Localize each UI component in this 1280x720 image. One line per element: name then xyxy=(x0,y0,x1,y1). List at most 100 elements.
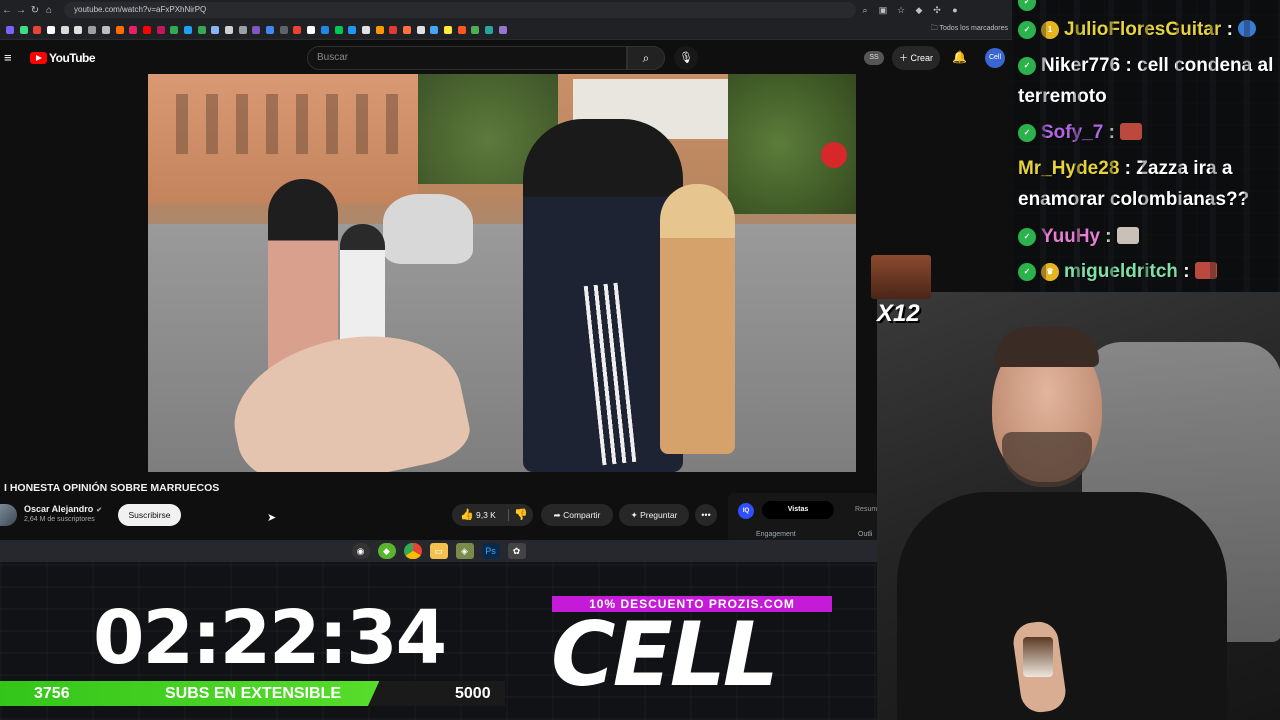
ss-extension-badge[interactable]: SS xyxy=(864,51,884,65)
obs-taskbar-icon[interactable]: ◉ xyxy=(351,543,370,559)
chat-message: ✓ 1 JulioFloresGuitar : xyxy=(1018,14,1276,45)
bookmark-favicon-icon[interactable] xyxy=(225,25,233,34)
bookmark-favicon-icon[interactable] xyxy=(320,25,329,34)
bookmark-favicon-icon[interactable] xyxy=(115,25,124,34)
tab-views[interactable]: Vistas xyxy=(762,501,834,519)
thumbs-up-icon[interactable]: 👍 xyxy=(460,504,474,526)
bookmark-favicon-icon[interactable] xyxy=(170,25,179,34)
bookmark-favicon-icon[interactable] xyxy=(74,25,83,34)
ask-button[interactable]: ✦ Preguntar xyxy=(619,504,689,526)
zoom-icon[interactable]: ⌕ xyxy=(856,5,874,16)
video-scene-woman-beige xyxy=(660,184,735,454)
subscribe-button[interactable]: Suscribirse xyxy=(118,504,181,526)
subs-current-count: 3756 xyxy=(34,685,70,702)
bookmark-favicon-icon[interactable] xyxy=(266,25,275,34)
bookmark-favicon-icon[interactable] xyxy=(33,25,42,34)
stream-timer: 02:22:34 xyxy=(93,595,447,681)
bookmark-favicon-icon[interactable] xyxy=(430,25,439,34)
bookmark-favicon-icon[interactable] xyxy=(156,25,165,34)
all-bookmarks-label: Todos los marcadores xyxy=(939,25,1008,32)
cast-icon[interactable]: ▣ xyxy=(874,5,892,16)
bookmark-favicon-icon[interactable] xyxy=(334,25,343,34)
bookmark-favicon-icon[interactable] xyxy=(47,25,56,34)
share-button[interactable]: ➦ Compartir xyxy=(541,504,613,526)
subscriber-badge-icon: ✓ xyxy=(1018,21,1036,39)
home-icon[interactable]: ⌂ xyxy=(42,5,56,16)
youtube-logo-text: YouTube xyxy=(49,50,96,65)
profile-icon[interactable]: ● xyxy=(946,5,964,15)
live-chat-overlay: ✓ ✓ 1 JulioFloresGuitar : ✓ Niker776 : cell… xyxy=(1012,0,1280,292)
puzzle-icon[interactable]: ✣ xyxy=(928,5,946,16)
search-icon[interactable]: ⌕ xyxy=(627,46,665,70)
notifications-bell-icon[interactable]: 🔔 xyxy=(952,50,967,64)
back-icon[interactable]: ← xyxy=(0,5,14,16)
chat-message: ✓ Niker776 : cell condena al terremoto xyxy=(1018,55,1274,107)
bookmark-favicon-icon[interactable] xyxy=(444,25,452,34)
bookmark-favicon-icon[interactable] xyxy=(238,25,247,34)
bookmark-favicon-icon[interactable] xyxy=(211,25,220,34)
bookmark-favicon-icon[interactable] xyxy=(307,25,316,34)
url-field[interactable]: youtube.com/watch?v=aFxPXhNirPQ xyxy=(64,2,856,18)
tab-summary[interactable]: Resum xyxy=(855,501,877,519)
reload-icon[interactable]: ↻ xyxy=(28,5,42,16)
all-bookmarks-folder[interactable]: 🗀 Todos los marcadores xyxy=(931,24,1008,35)
like-separator xyxy=(508,509,509,521)
bookmark-favicon-icon[interactable] xyxy=(293,25,302,34)
app2-taskbar-icon[interactable]: ✿ xyxy=(507,543,526,559)
bookmark-favicon-icon[interactable] xyxy=(485,25,494,34)
channel-name[interactable]: Oscar Alejandro ✔ xyxy=(24,504,102,514)
bookmark-favicon-icon[interactable] xyxy=(252,25,261,34)
bookmark-favicon-icon[interactable] xyxy=(88,25,97,34)
bookmark-favicon-icon[interactable] xyxy=(457,25,466,34)
bookmark-favicon-icon[interactable] xyxy=(389,25,398,34)
bookmark-favicon-icon[interactable] xyxy=(101,25,110,34)
create-button[interactable]: ＋ Crear xyxy=(892,46,940,70)
bookmark-favicon-icon[interactable] xyxy=(60,25,69,34)
chat-username: Mr_Hyde28 xyxy=(1018,158,1120,179)
thumbs-down-icon[interactable]: 👎 xyxy=(514,504,528,526)
bookmark-favicon-icon[interactable] xyxy=(361,25,370,34)
bookmark-favicon-icon[interactable] xyxy=(279,25,288,34)
os-taskbar: ◉ ◆ ▭ ◈ Ps ✿ xyxy=(0,540,877,562)
like-count[interactable]: 9,3 K xyxy=(476,504,496,526)
engagement-label[interactable]: Engagement xyxy=(756,531,796,538)
bookmark-favicon-icon[interactable] xyxy=(19,25,28,34)
bookmark-favicon-icon[interactable] xyxy=(416,25,425,34)
chat-username: YuuHy xyxy=(1041,226,1101,247)
bookmark-favicon-icon[interactable] xyxy=(402,25,411,34)
bookmark-favicon-icon[interactable] xyxy=(129,25,138,34)
hamburger-menu-icon[interactable]: ≡ xyxy=(4,50,18,65)
bookmark-favicon-icon[interactable] xyxy=(498,25,507,34)
more-actions-icon[interactable]: ••• xyxy=(695,504,717,526)
ask-label: Preguntar xyxy=(640,510,678,520)
face-emote xyxy=(1194,262,1217,279)
youtube-logo[interactable]: YouTube xyxy=(30,50,96,65)
stream-scene: ← → ↻ ⌂ youtube.com/watch?v=aFxPXhNirPQ … xyxy=(0,0,1280,720)
microphone-icon[interactable]: 🎙 xyxy=(674,46,698,70)
subs-progress-bar: 3756 SUBS EN EXTENSIBLE 5000 xyxy=(0,681,505,706)
app-taskbar-icon[interactable]: ◈ xyxy=(455,543,474,559)
folder-taskbar-icon[interactable]: ▭ xyxy=(429,543,448,559)
extensions-icon[interactable]: ◆ xyxy=(910,5,928,16)
android-taskbar-icon[interactable]: ◆ xyxy=(377,543,396,559)
bookmark-favicon-icon[interactable] xyxy=(471,25,480,34)
photoshop-taskbar-icon[interactable]: Ps xyxy=(481,543,500,559)
outline-label[interactable]: Outli xyxy=(858,531,872,538)
chrome-taskbar-icon[interactable] xyxy=(403,543,422,559)
bookmark-favicon-icon[interactable] xyxy=(348,25,357,34)
bookmarks-bar: 🗀 Todos los marcadores xyxy=(0,20,1012,40)
chat-message: ✓ YuuHy : xyxy=(1018,221,1276,252)
bookmark-favicon-icon[interactable] xyxy=(197,25,206,34)
bookmark-favicon-icon[interactable] xyxy=(183,25,192,34)
extension-logo-icon[interactable]: IQ xyxy=(738,503,754,519)
bookmark-star-icon[interactable]: ☆ xyxy=(892,5,910,16)
video-player[interactable] xyxy=(148,74,856,472)
forward-icon[interactable]: → xyxy=(14,5,28,16)
account-avatar[interactable]: Cell xyxy=(985,48,1005,68)
mouse-cursor-icon: ➤ xyxy=(267,512,277,524)
search-input[interactable]: Buscar xyxy=(307,46,627,70)
bookmark-favicon-icon[interactable] xyxy=(142,25,151,34)
bookmark-favicon-icon[interactable] xyxy=(375,25,384,34)
bookmark-favicon-icon[interactable] xyxy=(6,25,14,34)
channel-avatar[interactable] xyxy=(0,504,17,526)
